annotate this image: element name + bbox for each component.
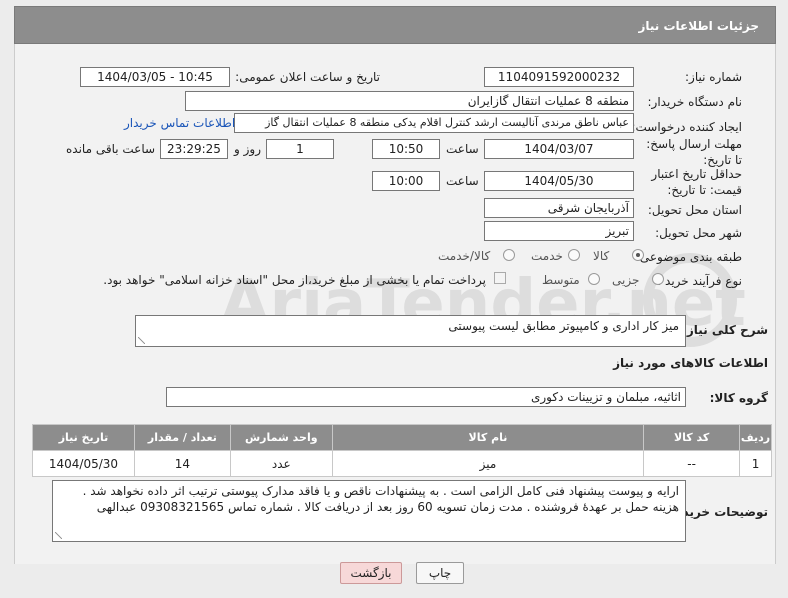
category-option-service: خدمت (531, 249, 563, 263)
category-label: طبقه بندی موضوعی: (635, 250, 742, 264)
cell-unit: عدد (229, 450, 333, 477)
days-field[interactable]: 1 (266, 139, 334, 159)
reply-date-field[interactable]: 1404/03/07 (484, 139, 634, 159)
validity-text: حداقل تاریخ اعتبار قیمت: تا تاریخ: (651, 167, 742, 197)
need-number-field[interactable]: 1104091592000232 (484, 67, 634, 87)
purchase-option-medium: متوسط (542, 273, 580, 287)
creator-label: ایجاد کننده درخواست: (631, 120, 742, 134)
validity-time-label: ساعت (446, 174, 479, 188)
col-qty: تعداد / مقدار (133, 424, 231, 451)
col-code: کد کالا (643, 424, 741, 451)
col-date: تاریخ نیاز (32, 424, 135, 451)
resize-grip[interactable] (138, 337, 145, 344)
contact-info-link[interactable]: اطلاعات تماس خریدار (124, 116, 235, 130)
remaining-label: ساعت باقی مانده (66, 142, 156, 156)
remaining-time-field[interactable]: 23:29:25 (160, 139, 228, 159)
cell-date: 1404/05/30 (32, 450, 135, 477)
purchase-radio-minor[interactable] (652, 273, 664, 285)
days-label: روز و (234, 142, 261, 156)
announce-label: تاریخ و ساعت اعلان عمومی: (235, 70, 380, 84)
buyer-notes-resize-grip[interactable] (55, 532, 62, 539)
validity-time-field[interactable]: 10:00 (372, 171, 440, 191)
reply-deadline-text: مهلت ارسال پاسخ: تا تاریخ: (646, 137, 742, 167)
goods-table: ردیف کد کالا نام کالا واحد شمارش تعداد /… (32, 424, 772, 477)
col-unit: واحد شمارش (229, 424, 333, 451)
description-label: شرح کلی نیاز: (682, 323, 768, 337)
purchase-type-label: نوع فرآیند خرید : (657, 274, 742, 288)
cell-code: -- (643, 450, 741, 477)
goods-group-field[interactable]: اثاثیه، مبلمان و تزیینات دکوری (166, 387, 686, 407)
city-field[interactable]: تبریز (484, 221, 634, 241)
category-option-goods: کالا (593, 249, 610, 263)
buyer-notes-text: ارایه و پیوست پیشنهاد فنی کامل الزامی اس… (82, 484, 679, 514)
print-button[interactable]: چاپ (416, 562, 464, 584)
goods-section-title: اطلاعات کالاهای مورد نیاز (613, 356, 768, 370)
category-radio-goods-service[interactable] (503, 249, 515, 261)
col-row: ردیف (739, 424, 772, 451)
cell-row: 1 (739, 450, 772, 477)
purchase-option-minor: جزیی (612, 273, 640, 287)
table-row[interactable]: 1 -- میز عدد 14 1404/05/30 (32, 450, 772, 477)
page-header: جزئیات اطلاعات نیاز (14, 6, 776, 44)
cell-name: میز (331, 450, 645, 477)
reply-time-field[interactable]: 10:50 (372, 139, 440, 159)
announce-field[interactable]: 1404/03/05 - 10:45 (80, 67, 230, 87)
col-name: نام کالا (331, 424, 645, 451)
category-option-goods-service: کالا/خدمت (438, 249, 491, 263)
description-textarea[interactable]: میز کار اداری و کامپیوتر مطابق لیست پیوس… (135, 315, 686, 347)
province-label: استان محل تحویل: (647, 203, 742, 217)
buyer-notes-textarea[interactable]: ارایه و پیوست پیشنهاد فنی کامل الزامی اس… (52, 480, 686, 542)
treasury-payment-note: پرداخت تمام یا بخشی از مبلغ خرید،از محل … (103, 273, 486, 287)
province-field[interactable]: آذربایجان شرقی (484, 198, 634, 218)
goods-table-header: ردیف کد کالا نام کالا واحد شمارش تعداد /… (32, 424, 772, 451)
cell-qty: 14 (133, 450, 231, 477)
category-radio-service[interactable] (568, 249, 580, 261)
creator-field[interactable]: عباس ناطق مرندی آنالیست ارشد کنترل اقلام… (234, 113, 634, 133)
reply-deadline-label: مهلت ارسال پاسخ: تا تاریخ: (642, 136, 742, 168)
need-number-label: شماره نیاز: (685, 70, 742, 84)
category-radio-goods[interactable] (632, 249, 644, 261)
city-label: شهر محل تحویل: (655, 226, 742, 240)
goods-group-label: گروه کالا: (709, 391, 768, 405)
page-title: جزئیات اطلاعات نیاز (638, 19, 759, 33)
reply-time-label: ساعت (446, 142, 479, 156)
validity-label: حداقل تاریخ اعتبار قیمت: تا تاریخ: (622, 166, 742, 198)
purchase-radio-medium[interactable] (588, 273, 600, 285)
description-text: میز کار اداری و کامپیوتر مطابق لیست پیوس… (448, 319, 679, 333)
treasury-payment-checkbox[interactable] (494, 272, 506, 284)
back-button[interactable]: بازگشت (340, 562, 402, 584)
buyer-org-field[interactable]: منطقه 8 عملیات انتقال گازایران (185, 91, 634, 111)
validity-date-field[interactable]: 1404/05/30 (484, 171, 634, 191)
buyer-org-label: نام دستگاه خریدار: (647, 95, 743, 109)
